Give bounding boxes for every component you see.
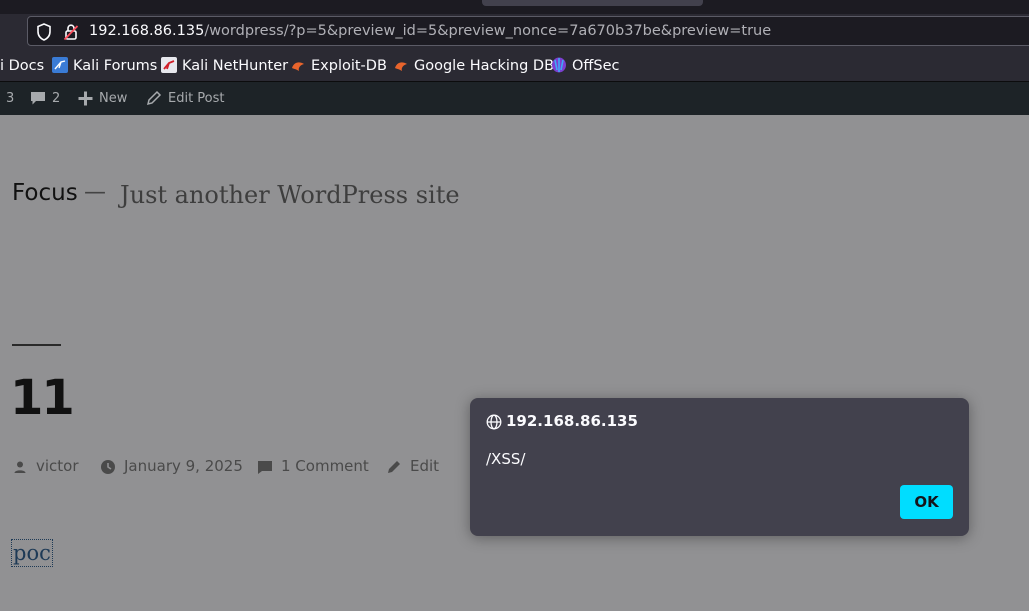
dialog-message: /XSS/: [486, 450, 526, 468]
edit-link-text: Edit: [410, 457, 440, 475]
bookmark-exploit-db[interactable]: Exploit-DB: [290, 50, 387, 82]
active-tab[interactable]: [482, 0, 703, 6]
ok-button[interactable]: OK: [900, 485, 953, 519]
bookmark-offsec[interactable]: OffSec: [551, 50, 620, 82]
new-content-button[interactable]: New: [78, 82, 127, 115]
comment-icon: [258, 461, 272, 474]
kali-forums-icon: [52, 53, 68, 73]
dialog-origin: 192.168.86.135: [506, 412, 638, 430]
clock-icon: [101, 460, 115, 474]
date-text: January 9, 2025: [124, 457, 243, 475]
url-text[interactable]: 192.168.86.135/wordpress/?p=5&preview_id…: [89, 17, 771, 45]
new-label: New: [99, 91, 128, 106]
post-edit-link[interactable]: Edit: [386, 456, 439, 476]
bookmark-label: Exploit-DB: [311, 58, 387, 74]
bookmark-kali-docs[interactable]: i Docs: [0, 50, 44, 82]
bookmarks-toolbar: i Docs Kali Forums Kali NetHunter Exploi…: [0, 50, 1029, 82]
post-date[interactable]: January 9, 2025: [100, 456, 243, 476]
site-description: Just another WordPress site: [120, 181, 460, 209]
comment-bubble-icon: [31, 92, 45, 105]
comments-count: 2: [52, 91, 61, 106]
bookmark-label: Google Hacking DB: [414, 58, 555, 74]
updates-count[interactable]: 3: [6, 82, 14, 115]
plus-icon: [78, 91, 93, 106]
bookmark-label: i Docs: [0, 58, 45, 74]
post-content-link[interactable]: poc: [11, 539, 53, 567]
insecure-lock-icon[interactable]: [63, 23, 79, 41]
post-title: 11: [10, 370, 75, 426]
bookmark-google-hacking-db[interactable]: Google Hacking DB: [393, 50, 554, 82]
offsec-icon: [551, 53, 567, 73]
title-divider: [12, 344, 61, 346]
kali-nethunter-icon: [161, 53, 177, 73]
alert-dialog: 192.168.86.135 /XSS/ OK: [470, 398, 969, 536]
pencil-icon: [146, 90, 162, 106]
site-title-link[interactable]: Focus: [12, 180, 78, 206]
tab-strip: [0, 0, 1029, 14]
google-hacking-db-icon: [393, 53, 409, 71]
navigation-toolbar: 192.168.86.135/wordpress/?p=5&preview_id…: [0, 14, 1029, 50]
url-host: 192.168.86.135: [89, 23, 205, 39]
url-path: /wordpress/?p=5&preview_id=5&preview_non…: [204, 23, 772, 39]
post-comments-link[interactable]: 1 Comment: [257, 456, 369, 476]
url-bar[interactable]: 192.168.86.135/wordpress/?p=5&preview_id…: [27, 16, 1029, 46]
wp-admin-bar: 3 2 New Edit Post: [0, 82, 1029, 115]
globe-icon: [486, 414, 502, 430]
pencil-icon: [388, 461, 400, 473]
edit-post-button[interactable]: Edit Post: [146, 82, 225, 115]
tracking-protection-shield-icon[interactable]: [36, 23, 52, 41]
exploit-db-icon: [290, 53, 306, 71]
bookmark-kali-forums[interactable]: Kali Forums: [52, 50, 157, 82]
site-title-separator: —: [84, 180, 106, 205]
person-icon: [14, 461, 26, 473]
bookmark-kali-nethunter[interactable]: Kali NetHunter: [161, 50, 288, 82]
comments-button[interactable]: 2: [30, 82, 60, 115]
comments-link-text: 1 Comment: [281, 457, 369, 475]
post-author[interactable]: victor: [12, 456, 79, 476]
bookmark-label: Kali NetHunter: [182, 58, 289, 74]
bookmark-label: Kali Forums: [73, 58, 158, 74]
edit-post-label: Edit Post: [168, 91, 225, 106]
author-name: victor: [36, 457, 79, 475]
bookmark-label: OffSec: [572, 58, 620, 74]
